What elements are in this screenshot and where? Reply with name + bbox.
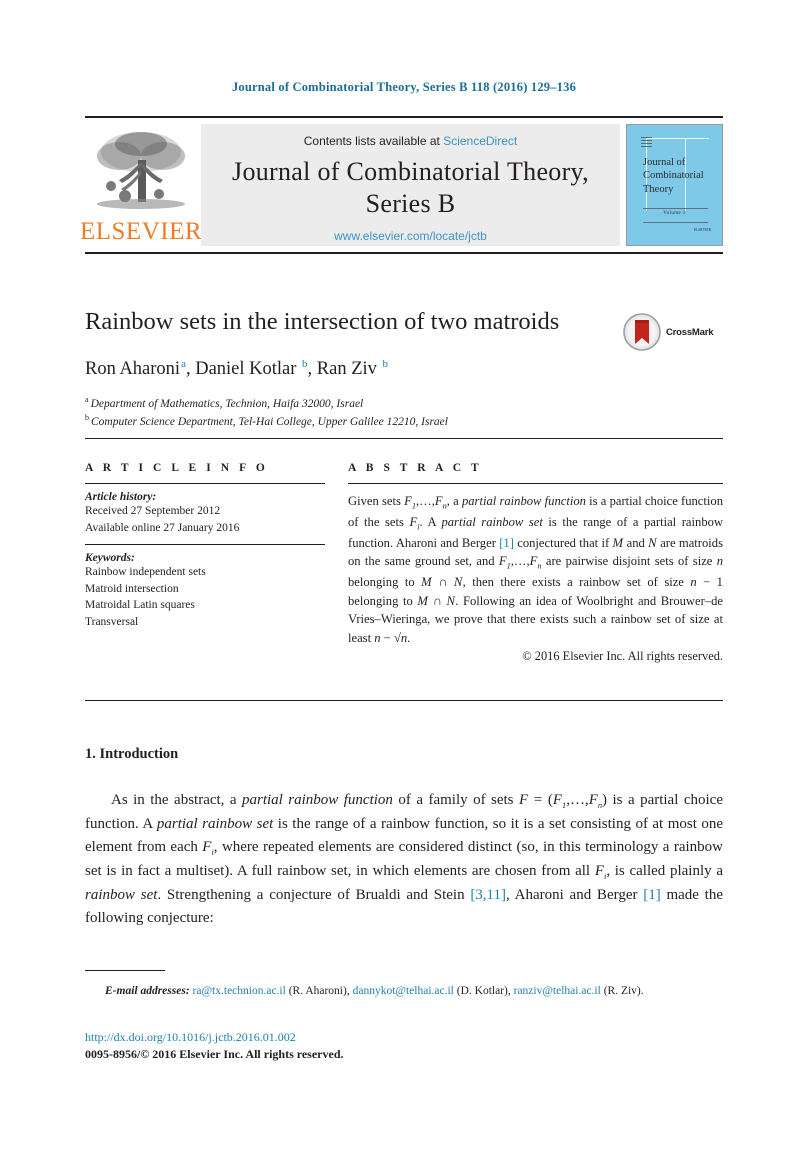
masthead-bottom-rule	[85, 252, 723, 254]
author-affil-marker-a: a	[181, 358, 186, 371]
doi-block: http://dx.doi.org/10.1016/j.jctb.2016.01…	[85, 1029, 723, 1063]
introduction-paragraph: As in the abstract, a partial rainbow fu…	[85, 792, 724, 927]
email-link-kotlar[interactable]: dannykot@telhai.ac.il	[353, 985, 454, 997]
running-head: Journal of Combinatorial Theory, Series …	[231, 80, 577, 94]
cover-inner: Journal of Combinatorial Theory Volume 1…	[632, 130, 717, 240]
journal-title-line1: Journal of Combinatorial Theory,	[232, 157, 589, 186]
journal-masthead: ELSEVIER Contents lists available at Sci…	[80, 116, 723, 246]
keywords-label: Keywords:	[85, 552, 135, 565]
email-link-ziv[interactable]: ranziv@telhai.ac.il	[514, 985, 601, 997]
elsevier-wordmark: ELSEVIER	[79, 218, 203, 245]
footnote-emails: E-mail addresses: ra@tx.technion.ac.il (…	[105, 985, 644, 997]
abstract-heading: A B S T R A C T	[348, 462, 483, 474]
cover-title-line3: Theory	[643, 183, 674, 195]
abstract-bottom-rule	[85, 700, 723, 701]
citation-link[interactable]: [1]	[643, 887, 661, 903]
crossmark-label: CrossMark	[666, 326, 714, 338]
cover-footer-text: ELSEVIER	[694, 227, 711, 232]
author-affil-marker-b2: b	[382, 358, 389, 371]
article-info-rule	[85, 483, 325, 484]
cover-title: Journal of Combinatorial Theory	[643, 156, 721, 196]
elsevier-logo: ELSEVIER	[80, 124, 202, 244]
cover-divider-bottom	[643, 222, 708, 223]
paper-page: Journal of Combinatorial Theory, Series …	[0, 0, 808, 1162]
keyword-item: Matroidal Latin squares	[85, 599, 195, 612]
article-history-online: Available online 27 January 2016	[85, 521, 240, 534]
journal-cover-thumbnail[interactable]: Journal of Combinatorial Theory Volume 1…	[626, 124, 723, 246]
keyword-item: Rainbow independent sets	[85, 566, 206, 579]
author-list: Ron Aharonia, Daniel Kotlar b, Ran Ziv b	[85, 358, 389, 380]
article-history-label: Article history:	[85, 491, 157, 503]
article-history-received: Received 27 September 2012	[85, 505, 221, 517]
email-addresses-label: E-mail addresses:	[105, 985, 190, 997]
abstract-copyright: © 2016 Elsevier Inc. All rights reserved…	[522, 649, 723, 664]
email-link-aharoni[interactable]: ra@tx.technion.ac.il	[193, 985, 286, 997]
journal-band: Contents lists available at ScienceDirec…	[201, 124, 620, 246]
cover-volume-text: Volume 1	[663, 211, 686, 216]
affiliation-list: a Department of Mathematics, Technion, Ha…	[85, 394, 723, 431]
contents-prefix: Contents lists available at	[303, 134, 440, 148]
keywords-rule	[85, 544, 325, 546]
crossmark-icon	[623, 313, 661, 351]
journal-title-line2: Series B	[365, 188, 456, 218]
affiliation-item: b Computer Science Department, Tel-Hai Co…	[85, 412, 723, 431]
contents-available-line: Contents lists available at ScienceDirec…	[304, 134, 517, 148]
article-info-heading: A R T I C L E I N F O	[85, 462, 269, 474]
citation-link[interactable]: [1]	[499, 536, 514, 550]
cover-publisher-mark-icon	[641, 137, 652, 149]
crossmark-badge[interactable]: CrossMark	[623, 311, 723, 353]
title-block: Rainbow sets in the intersection of two …	[85, 307, 723, 431]
email-person-ziv: (R. Ziv).	[603, 985, 644, 997]
doi-link[interactable]: http://dx.doi.org/10.1016/j.jctb.2016.01…	[85, 1029, 723, 1046]
abstract-column: A B S T R A C T Given sets F1,…,Fn, a pa…	[325, 462, 723, 664]
cover-title-line1: Journal of	[643, 157, 686, 168]
citation-link[interactable]: [3,11]	[470, 887, 506, 903]
sciencedirect-link[interactable]: ScienceDirect	[443, 134, 517, 148]
elsevier-tree-icon	[97, 132, 185, 209]
affiliation-text: Department of Mathematics, Technion, Hai…	[90, 397, 364, 410]
title-bottom-rule	[85, 438, 723, 439]
issn-copyright-line: 0095-8956/© 2016 Elsevier Inc. All right…	[85, 1047, 344, 1062]
footnote-rule	[85, 970, 165, 971]
cover-title-line2: Combinatorial	[643, 170, 704, 182]
journal-homepage-link[interactable]: www.elsevier.com/locate/jctb	[334, 229, 487, 243]
abstract-rule	[348, 483, 723, 484]
journal-title: Journal of Combinatorial Theory, Series …	[232, 156, 589, 219]
author-affil-marker-b1: b	[302, 358, 308, 371]
keyword-item: Transversal	[85, 615, 139, 628]
page-title: Rainbow sets in the intersection of two …	[85, 308, 560, 335]
cover-divider-top	[643, 208, 708, 209]
affiliation-item: a Department of Mathematics, Technion, Ha…	[85, 394, 723, 413]
introduction-section: 1. Introduction As in the abstract, a pa…	[85, 746, 723, 931]
introduction-heading: 1. Introduction	[85, 746, 179, 762]
affiliation-text: Computer Science Department, Tel-Hai Col…	[91, 415, 448, 428]
article-info-column: A R T I C L E I N F O Article history: R…	[85, 462, 325, 664]
email-person-aharoni: (R. Aharoni)	[288, 985, 347, 997]
email-person-kotlar: (D. Kotlar)	[456, 985, 508, 997]
keyword-item: Matroid intersection	[85, 582, 179, 595]
info-abstract-area: A R T I C L E I N F O Article history: R…	[85, 462, 723, 664]
abstract-text: Given sets F1,…,Fn, a partial rainbow fu…	[348, 494, 724, 645]
